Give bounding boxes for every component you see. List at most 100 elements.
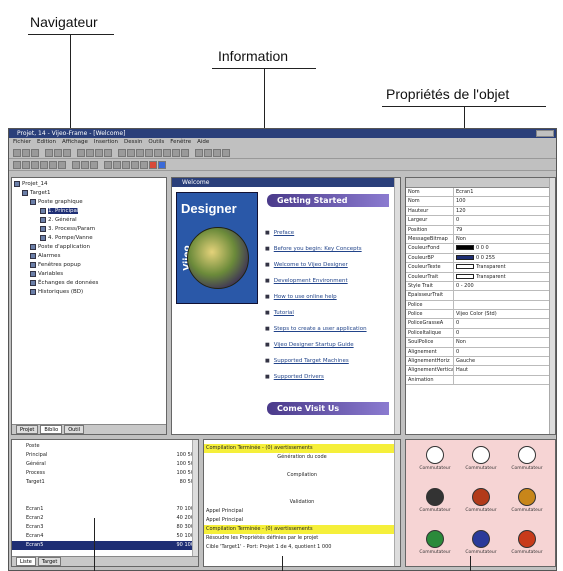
tab-target[interactable]: Target <box>37 557 62 566</box>
line-icon[interactable] <box>22 160 30 169</box>
menu-draw[interactable]: Dessin <box>124 138 142 147</box>
property-row[interactable]: Nom Ecran1 <box>406 188 555 198</box>
bold-icon[interactable] <box>72 160 80 169</box>
link-supported-targets[interactable]: Supported Target Machines <box>265 358 395 374</box>
property-value[interactable]: 0 0 255 <box>454 254 555 262</box>
tree-node[interactable]: Poste graphique <box>12 198 166 207</box>
property-row[interactable]: EpaisseurTrait <box>406 291 555 301</box>
list-row[interactable]: Target1 80 50 <box>12 478 198 487</box>
property-row[interactable]: PoliceItalique 0 <box>406 328 555 339</box>
property-value[interactable]: Non <box>454 338 555 346</box>
menu-view[interactable]: Affichage <box>62 138 88 147</box>
property-row[interactable]: Position 79 <box>406 225 555 235</box>
paste-icon[interactable] <box>63 148 71 157</box>
property-value[interactable]: 0 <box>454 216 555 224</box>
property-row[interactable]: Police Vijeo Color (Std) <box>406 310 555 320</box>
property-row[interactable]: AlignementHoriz Gauche <box>406 357 555 367</box>
property-row[interactable]: Alignement 0 <box>406 347 555 358</box>
palette-switch[interactable]: Commutateur <box>416 446 454 480</box>
tree-node[interactable]: Alarmes <box>12 252 166 261</box>
palette-switch[interactable]: Commutateur <box>508 446 546 480</box>
list-row[interactable]: Ecran2 40 200 <box>12 514 198 523</box>
open-icon[interactable] <box>22 148 30 157</box>
log-line[interactable] <box>204 480 400 489</box>
tab-project[interactable]: Projet <box>16 425 39 434</box>
list-row[interactable] <box>12 487 198 496</box>
list-scrollbar[interactable] <box>192 440 198 556</box>
property-value[interactable]: 0 <box>454 348 555 356</box>
property-row[interactable]: CouleurBP 0 0 255 <box>406 253 555 264</box>
link-tutorial[interactable]: Tutorial <box>265 310 395 326</box>
link-supported-drivers[interactable]: Supported Drivers <box>265 374 395 390</box>
tree-node[interactable]: Variables <box>12 270 166 279</box>
log-line[interactable]: Appel Principal <box>204 516 400 525</box>
come-visit-banner[interactable]: Come Visit Us <box>267 402 389 415</box>
property-row[interactable]: Largeur 0 <box>406 216 555 226</box>
property-value[interactable]: 100 <box>454 197 555 205</box>
underline-icon[interactable] <box>90 160 98 169</box>
undo-icon[interactable] <box>77 148 85 157</box>
download-icon[interactable] <box>104 148 112 157</box>
grid-icon[interactable] <box>213 148 221 157</box>
list-row[interactable]: Ecran3 80 300 <box>12 523 198 532</box>
property-value[interactable] <box>454 301 555 309</box>
property-row[interactable]: Police <box>406 300 555 311</box>
text-icon[interactable] <box>58 160 66 169</box>
align-middle-icon[interactable] <box>154 148 162 157</box>
link-startup-guide[interactable]: Vijeo Designer Startup Guide <box>265 342 395 358</box>
palette-switch[interactable]: Commutateur <box>416 488 454 522</box>
align-left-icon[interactable] <box>118 148 126 157</box>
menu-help[interactable]: Aide <box>197 138 209 147</box>
property-row[interactable]: CouleurTrait Transparent <box>406 272 555 282</box>
align-top-icon[interactable] <box>145 148 153 157</box>
log-line[interactable]: Compilation Terminée - (0) avertissement… <box>204 525 400 534</box>
tab-tools[interactable]: Outil <box>64 425 85 434</box>
property-value[interactable]: 0 0 0 <box>454 244 555 252</box>
line-color-icon[interactable] <box>158 160 166 169</box>
tree-node[interactable]: 3. Process/Param <box>12 225 166 234</box>
save-icon[interactable] <box>31 148 39 157</box>
log-line[interactable]: Compilation Terminée - (0) avertissement… <box>204 444 400 453</box>
property-value[interactable]: 120 <box>454 207 555 215</box>
menu-window[interactable]: Fenêtre <box>170 138 191 147</box>
property-row[interactable]: Style Trait 0 - 200 <box>406 281 555 292</box>
select-icon[interactable] <box>13 160 21 169</box>
property-row[interactable]: SoulPolice Non <box>406 338 555 348</box>
link-create-application[interactable]: Steps to create a user application <box>265 326 395 342</box>
property-value[interactable]: 0 <box>454 319 555 327</box>
ellipse-icon[interactable] <box>40 160 48 169</box>
output-scrollbar[interactable] <box>394 440 400 566</box>
tab-list[interactable]: Liste <box>16 557 36 566</box>
log-line[interactable]: Compilation <box>204 471 400 480</box>
tree-node[interactable]: Poste d'application <box>12 243 166 252</box>
menu-tools[interactable]: Outils <box>148 138 164 147</box>
property-row[interactable]: PoliceGrasseA 0 <box>406 319 555 329</box>
link-welcome[interactable]: Welcome to Vijeo Designer <box>265 262 395 278</box>
log-line[interactable]: Génération du code <box>204 453 400 462</box>
list-row[interactable] <box>12 496 198 505</box>
properties-scrollbar[interactable] <box>549 178 555 434</box>
property-row[interactable]: MessageBitmap Non <box>406 234 555 245</box>
rectangle-icon[interactable] <box>31 160 39 169</box>
palette-switch[interactable]: Commutateur <box>462 530 500 564</box>
help-icon[interactable] <box>222 148 230 157</box>
polygon-icon[interactable] <box>49 160 57 169</box>
palette-switch[interactable]: Commutateur <box>508 488 546 522</box>
information-scrollbar[interactable] <box>394 178 400 434</box>
palette-switch[interactable]: Commutateur <box>462 446 500 480</box>
list-row[interactable]: Ecran1 70 100 <box>12 505 198 514</box>
build-icon[interactable] <box>95 148 103 157</box>
palette-switch[interactable]: Commutateur <box>462 488 500 522</box>
list-row[interactable]: Ecran5 90 100 <box>12 541 198 550</box>
image-icon[interactable] <box>104 160 112 169</box>
log-line[interactable]: Validation <box>204 498 400 507</box>
property-value[interactable]: Transparent <box>454 273 555 281</box>
tree-node[interactable]: Historiques (BD) <box>12 288 166 297</box>
trend-icon[interactable] <box>131 160 139 169</box>
zoom-in-icon[interactable] <box>195 148 203 157</box>
log-line[interactable] <box>204 489 400 498</box>
group-icon[interactable] <box>172 148 180 157</box>
align-center-icon[interactable] <box>127 148 135 157</box>
property-value[interactable]: 79 <box>454 226 555 234</box>
tree-node[interactable]: 1. Principal <box>12 207 166 216</box>
